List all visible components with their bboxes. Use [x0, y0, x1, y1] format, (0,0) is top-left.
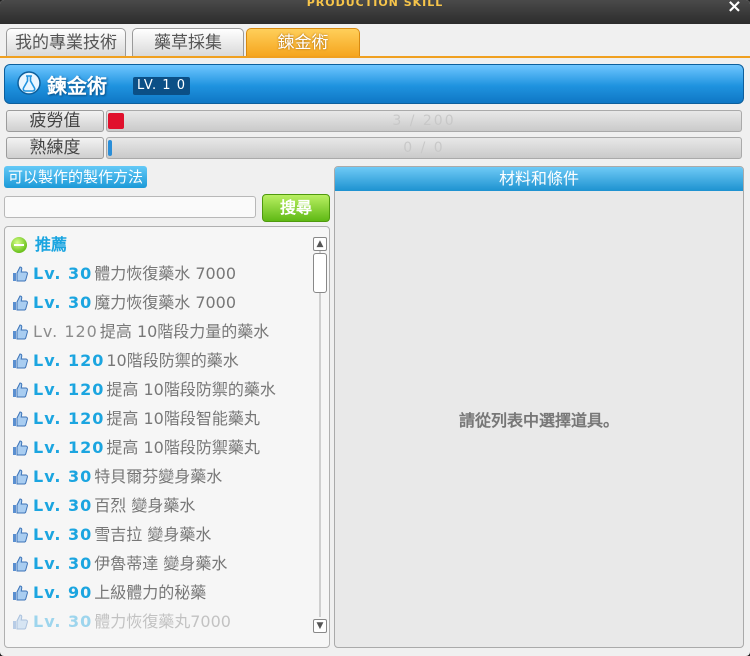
- recipe-level: Lv. 30: [33, 467, 93, 486]
- alchemy-flask-icon: [17, 71, 41, 95]
- thumbs-up-icon: [13, 585, 28, 601]
- recipe-item[interactable]: Lv. 30 雪吉拉 變身藥水: [11, 521, 211, 549]
- recipe-name: 特貝爾芬變身藥水: [94, 467, 223, 486]
- title-bar[interactable]: PRODUCTION SKILL ×: [0, 0, 750, 24]
- recipe-name: 伊魯蒂達 變身藥水: [94, 554, 228, 573]
- proficiency-label: 熟練度: [6, 137, 104, 159]
- recipe-level: Lv. 120: [33, 322, 98, 341]
- collapse-icon[interactable]: [11, 237, 27, 253]
- recipe-name: 百烈 變身藥水: [94, 496, 196, 515]
- thumbs-up-icon: [13, 324, 28, 340]
- fatigue-value: 3 / 200: [392, 113, 456, 129]
- materials-hint: 請從列表中選擇道具。: [458, 411, 619, 430]
- recipe-item[interactable]: Lv. 30 百烈 變身藥水: [11, 492, 195, 520]
- scroll-thumb[interactable]: [313, 253, 327, 293]
- recipe-level: Lv. 30: [33, 525, 93, 544]
- fatigue-label: 疲勞值: [6, 110, 104, 132]
- recipe-item[interactable]: Lv. 120 提高 10階段智能藥丸: [11, 405, 260, 433]
- recipe-search-input[interactable]: [4, 196, 256, 218]
- recipe-level: Lv. 120: [33, 351, 105, 370]
- recipe-item[interactable]: Lv. 30 魔力恢復藥水 7000: [11, 289, 236, 317]
- recipe-level: Lv. 90: [33, 583, 93, 602]
- recipe-name: 提高 10階段力量的藥水: [99, 322, 270, 341]
- recipe-item[interactable]: Lv. 120 提高 10階段力量的藥水: [11, 318, 269, 346]
- category-recommended[interactable]: 推薦: [11, 231, 67, 259]
- production-skill-window: PRODUCTION SKILL × 我的專業技術 藥草採集 鍊金術 鍊金術 L…: [0, 0, 750, 656]
- recipe-item[interactable]: Lv. 30 特貝爾芬變身藥水: [11, 463, 222, 491]
- scroll-track[interactable]: [319, 251, 321, 617]
- recipe-level: Lv. 120: [33, 438, 105, 457]
- recipe-name: 體力恢復藥水 7000: [94, 264, 237, 283]
- tab-alchemy[interactable]: 鍊金術: [246, 28, 360, 57]
- proficiency-value: 0 / 0: [403, 140, 445, 156]
- recipe-name: 魔力恢復藥水 7000: [94, 293, 237, 312]
- skill-header: 鍊金術 LV. 1 0: [4, 64, 744, 104]
- skill-name: 鍊金術: [47, 74, 107, 98]
- recipe-level: Lv. 30: [33, 496, 93, 515]
- thumbs-up-icon: [13, 527, 28, 543]
- recipe-name: 雪吉拉 變身藥水: [94, 525, 212, 544]
- recipe-name: 提高 10階段防禦藥丸: [106, 438, 260, 457]
- tab-herb-gathering[interactable]: 藥草採集: [132, 28, 244, 57]
- recipe-level: Lv. 30: [33, 293, 93, 312]
- recipe-list[interactable]: 推薦 Lv. 30 體力恢復藥水 7000 Lv. 30 魔力恢復藥水 7000 L…: [4, 226, 330, 648]
- tab-my-professions[interactable]: 我的專業技術: [6, 28, 126, 57]
- recipe-item[interactable]: Lv. 120 提高 10階段防禦藥丸: [11, 434, 260, 462]
- thumbs-up-icon: [13, 440, 28, 456]
- recipe-item[interactable]: Lv. 120 提高 10階段防禦的藥水: [11, 376, 276, 404]
- close-icon[interactable]: ×: [727, 0, 742, 17]
- tab-underline: [0, 56, 750, 58]
- scroll-down-icon[interactable]: ▼: [313, 619, 327, 633]
- recipe-name: 提高 10階段智能藥丸: [106, 409, 260, 428]
- thumbs-up-icon: [13, 556, 28, 572]
- thumbs-up-icon: [13, 353, 28, 369]
- thumbs-up-icon: [13, 382, 28, 398]
- recipe-item[interactable]: Lv. 30 伊魯蒂達 變身藥水: [11, 550, 227, 578]
- recipe-name: 10階段防禦的藥水: [106, 351, 239, 370]
- recipe-level: Lv. 120: [33, 409, 105, 428]
- recipe-level: Lv. 30: [33, 554, 93, 573]
- skill-level: LV. 1 0: [133, 77, 190, 95]
- recipe-level: Lv. 120: [33, 380, 105, 399]
- recipe-scrollbar[interactable]: ▲ ▼: [313, 235, 327, 637]
- window-title: PRODUCTION SKILL: [306, 0, 444, 9]
- thumbs-up-icon: [13, 295, 28, 311]
- category-label: 推薦: [35, 235, 68, 254]
- recipe-name: 提高 10階段防禦的藥水: [106, 380, 276, 399]
- recipe-level: Lv. 30: [33, 264, 93, 283]
- thumbs-up-icon: [13, 469, 28, 485]
- craftable-recipes-header: 可以製作的製作方法: [4, 166, 148, 188]
- recipe-item[interactable]: Lv. 90 上級體力的秘藥: [11, 579, 206, 607]
- search-button[interactable]: 搜尋: [262, 194, 330, 222]
- fatigue-bar: 3 / 200: [106, 110, 742, 132]
- tab-bar: 我的專業技術 藥草採集 鍊金術: [4, 28, 744, 58]
- recipe-item[interactable]: Lv. 30 體力恢復藥水 7000: [11, 260, 236, 288]
- recipe-level: Lv. 30: [33, 612, 93, 631]
- proficiency-bar: 0 / 0: [106, 137, 742, 159]
- thumbs-up-icon: [13, 266, 28, 282]
- materials-header: 材料和條件: [335, 167, 743, 191]
- thumbs-up-icon: [13, 498, 28, 514]
- scroll-up-icon[interactable]: ▲: [313, 237, 327, 251]
- thumbs-up-icon: [13, 411, 28, 427]
- materials-panel: 材料和條件 請從列表中選擇道具。: [334, 166, 744, 648]
- recipe-item[interactable]: Lv. 120 10階段防禦的藥水: [11, 347, 239, 375]
- recipe-name: 上級體力的秘藥: [94, 583, 207, 602]
- recipe-item[interactable]: Lv. 30 體力恢復藥丸7000: [11, 608, 231, 636]
- thumbs-up-icon: [13, 614, 28, 630]
- recipe-name: 體力恢復藥丸7000: [94, 612, 231, 631]
